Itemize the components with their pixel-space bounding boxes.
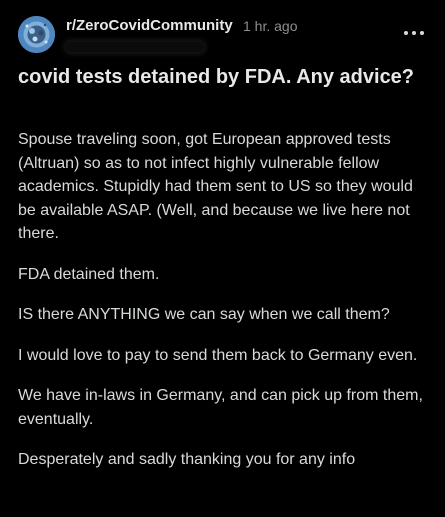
post-timestamp: 1 hr. ago (243, 18, 298, 34)
subreddit-name[interactable]: r/ZeroCovidCommunity (66, 17, 233, 34)
redaction-bar (66, 42, 204, 52)
post-paragraph: FDA detained them. (18, 265, 160, 283)
post-body: Spouse traveling soon, got European appr… (18, 128, 428, 489)
post-paragraph: I would love to pay to send them back to… (18, 346, 418, 364)
post-header: r/ZeroCovidCommunity 1 hr. ago (0, 0, 445, 62)
post-paragraph: Spouse traveling soon, got European appr… (18, 131, 413, 242)
post-title: covid tests detained by FDA. Any advice? (18, 66, 415, 88)
post-paragraph: We have in-laws in Germany, and can pick… (18, 387, 423, 428)
more-options-icon[interactable] (402, 28, 426, 40)
post-paragraph: IS there ANYTHING we can say when we cal… (18, 306, 390, 323)
post-paragraph: Desperately and sadly thanking you for a… (18, 451, 356, 468)
redacted-username (66, 40, 204, 54)
subreddit-avatar-icon[interactable] (18, 16, 55, 53)
